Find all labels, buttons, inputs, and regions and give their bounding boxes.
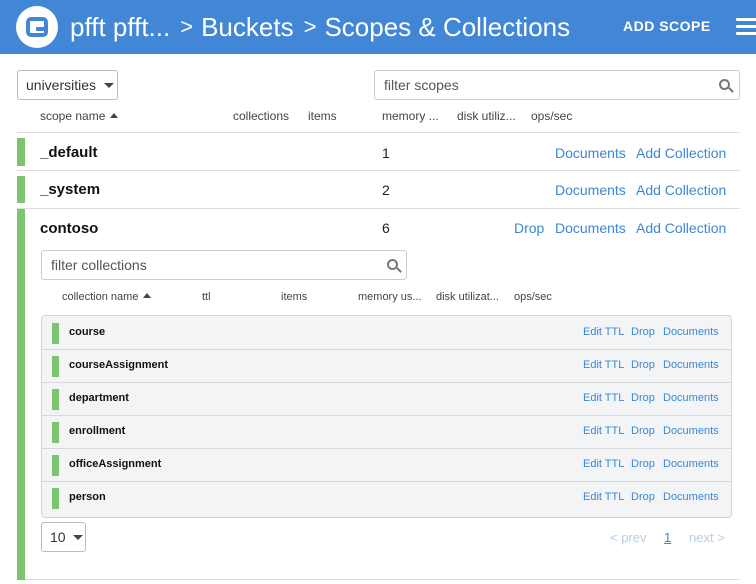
scope-filter-placeholder: filter scopes	[384, 77, 459, 93]
col-ops[interactable]: ops/sec	[514, 291, 552, 303]
collection-row[interactable]: officeAssignment Edit TTL Drop Documents	[42, 449, 731, 482]
drop-collection-link[interactable]: Drop	[631, 392, 655, 404]
bucket-select[interactable]: universities	[17, 70, 118, 100]
col-ttl[interactable]: ttl	[202, 291, 211, 303]
bucket-select-value: universities	[26, 77, 97, 93]
drop-collection-link[interactable]: Drop	[631, 491, 655, 503]
col-memory[interactable]: memory ...	[382, 109, 439, 123]
drop-collection-link[interactable]: Drop	[631, 326, 655, 338]
breadcrumb-separator: >	[303, 14, 317, 39]
status-bar	[17, 209, 25, 580]
scope-row[interactable]: _default 1 Documents Add Collection	[17, 132, 740, 171]
drop-collection-link[interactable]: Drop	[631, 425, 655, 437]
next-page-link[interactable]: next >	[689, 530, 725, 545]
collection-name: enrollment	[69, 425, 126, 437]
add-collection-link[interactable]: Add Collection	[636, 182, 726, 198]
add-scope-button[interactable]: ADD SCOPE	[623, 18, 711, 34]
documents-link[interactable]: Documents	[555, 182, 626, 198]
scope-memory: 1	[382, 145, 390, 161]
col-ops[interactable]: ops/sec	[531, 109, 572, 123]
col-items[interactable]: items	[281, 291, 307, 303]
search-icon	[387, 259, 402, 273]
col-collection-name[interactable]: collection name	[62, 291, 152, 303]
documents-link[interactable]: Documents	[663, 425, 719, 437]
top-header: pfft pfft... > Buckets > Scopes & Collec…	[0, 0, 756, 54]
documents-link[interactable]: Documents	[663, 491, 719, 503]
collection-name: course	[69, 326, 106, 338]
page-size-select[interactable]: 10	[41, 522, 86, 552]
chevron-down-icon	[104, 82, 115, 88]
add-collection-link[interactable]: Add Collection	[636, 145, 726, 161]
scope-filter-input[interactable]: filter scopes	[374, 70, 740, 100]
collection-name: person	[69, 491, 106, 503]
status-bar	[17, 138, 25, 166]
collection-row[interactable]: courseAssignment Edit TTL Drop Documents	[42, 350, 731, 383]
drop-collection-link[interactable]: Drop	[631, 458, 655, 470]
collection-name: courseAssignment	[69, 359, 169, 371]
status-bar	[52, 488, 59, 509]
hamburger-menu-icon[interactable]	[736, 18, 756, 36]
status-bar	[52, 389, 59, 410]
sort-asc-icon	[143, 293, 152, 298]
documents-link[interactable]: Documents	[555, 145, 626, 161]
collection-filter-input[interactable]: filter collections	[41, 250, 407, 280]
chevron-down-icon	[72, 534, 83, 540]
documents-link[interactable]: Documents	[555, 220, 626, 236]
breadcrumb-cluster[interactable]: pfft pfft...	[70, 12, 170, 43]
edit-ttl-link[interactable]: Edit TTL	[583, 425, 624, 437]
documents-link[interactable]: Documents	[663, 458, 719, 470]
col-collections[interactable]: collections	[233, 109, 289, 123]
add-collection-link[interactable]: Add Collection	[636, 220, 726, 236]
status-bar	[52, 356, 59, 377]
documents-link[interactable]: Documents	[663, 392, 719, 404]
collection-row[interactable]: enrollment Edit TTL Drop Documents	[42, 416, 731, 449]
col-items[interactable]: items	[308, 109, 337, 123]
edit-ttl-link[interactable]: Edit TTL	[583, 491, 624, 503]
status-bar	[52, 422, 59, 443]
drop-scope-link[interactable]: Drop	[514, 220, 544, 236]
documents-link[interactable]: Documents	[663, 359, 719, 371]
collection-filter-placeholder: filter collections	[51, 257, 147, 273]
edit-ttl-link[interactable]: Edit TTL	[583, 392, 624, 404]
edit-ttl-link[interactable]: Edit TTL	[583, 458, 624, 470]
col-scope-name[interactable]: scope name	[40, 109, 119, 123]
sort-asc-icon	[110, 113, 119, 118]
collection-name: officeAssignment	[69, 458, 162, 470]
breadcrumb-current: Scopes & Collections	[324, 11, 571, 42]
collection-name: department	[69, 392, 129, 404]
breadcrumb-separator: >	[180, 14, 194, 39]
scope-row[interactable]: _system 2 Documents Add Collection	[17, 171, 740, 209]
drop-collection-link[interactable]: Drop	[631, 359, 655, 371]
collection-row[interactable]: person Edit TTL Drop Documents	[42, 482, 731, 515]
prev-page-link[interactable]: < prev	[610, 530, 647, 545]
edit-ttl-link[interactable]: Edit TTL	[583, 326, 624, 338]
collections-list: course Edit TTL Drop Documents courseAss…	[41, 315, 732, 518]
collection-row[interactable]: department Edit TTL Drop Documents	[42, 383, 731, 416]
page-size-value: 10	[50, 529, 66, 545]
col-disk[interactable]: disk utilizat...	[436, 291, 499, 303]
status-bar	[52, 455, 59, 476]
scope-name: _system	[40, 181, 101, 198]
scope-name: contoso	[40, 220, 99, 237]
status-bar	[17, 176, 25, 203]
collection-row[interactable]: course Edit TTL Drop Documents	[42, 317, 731, 350]
scope-memory: 6	[382, 220, 390, 236]
breadcrumb: pfft pfft... > Buckets > Scopes & Collec…	[70, 10, 570, 44]
scope-memory: 2	[382, 182, 390, 198]
breadcrumb-buckets[interactable]: Buckets	[201, 12, 294, 43]
edit-ttl-link[interactable]: Edit TTL	[583, 359, 624, 371]
couchbase-logo-icon[interactable]	[16, 6, 58, 48]
col-disk[interactable]: disk utiliz...	[457, 109, 516, 123]
status-bar	[52, 323, 59, 344]
documents-link[interactable]: Documents	[663, 326, 719, 338]
col-memory[interactable]: memory us...	[358, 291, 422, 303]
scope-name: _default	[40, 144, 98, 161]
search-icon	[719, 79, 734, 93]
current-page[interactable]: 1	[664, 530, 671, 545]
